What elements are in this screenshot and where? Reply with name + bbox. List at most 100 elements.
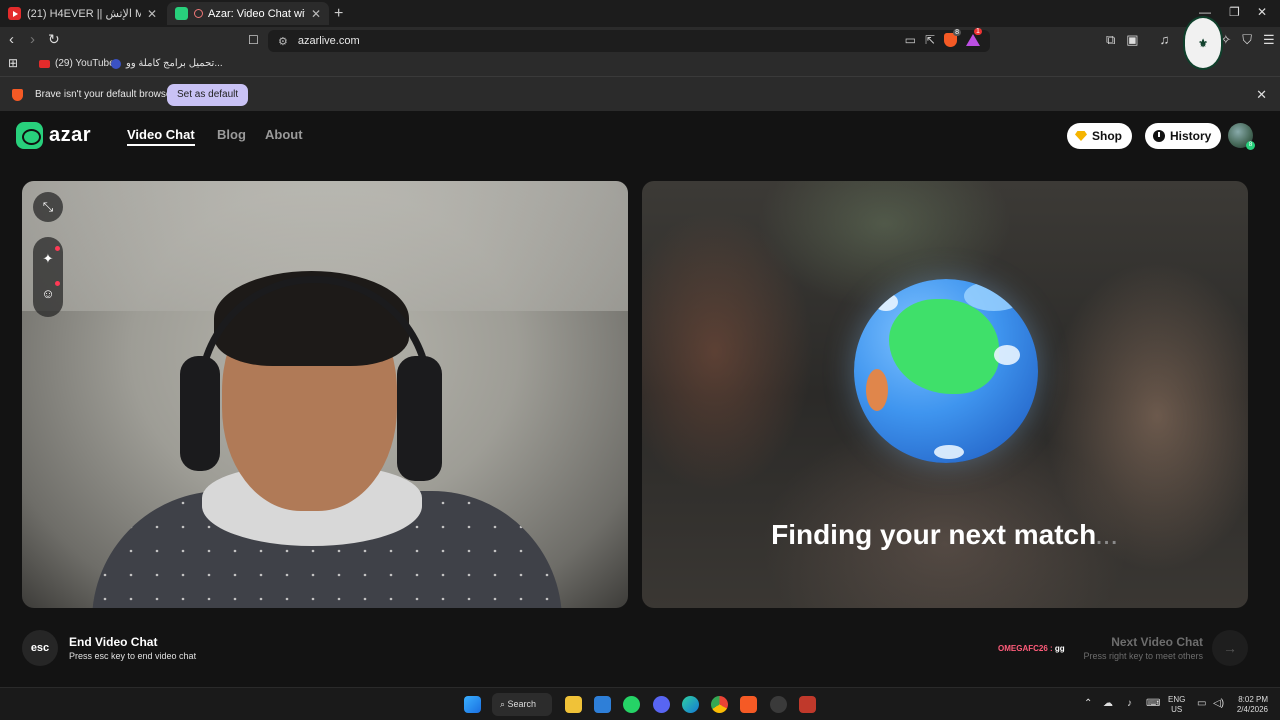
brand-name: azar xyxy=(49,124,92,146)
menu-icon[interactable]: ☰ xyxy=(1263,32,1275,48)
tab-strip: (21) H4EVER || الإتش MARSAM مرسم ✕ Azar:… xyxy=(0,0,1280,27)
sidebar-icon[interactable]: ▣ xyxy=(1126,32,1138,48)
local-video: ⤡ ✦ ☺ xyxy=(22,181,628,608)
site-icon xyxy=(111,58,121,69)
cast-icon[interactable]: ▭ xyxy=(905,33,916,47)
video-app-icon[interactable] xyxy=(799,696,816,713)
language-indicator[interactable]: ENG US xyxy=(1168,695,1185,715)
default-browser-infobar: Brave isn't your default browser Set as … xyxy=(0,76,1280,111)
bookmark-programs[interactable]: تحميل برامج كاملة وو... xyxy=(111,58,223,69)
tab-close-icon[interactable]: ✕ xyxy=(311,7,321,21)
globe-land xyxy=(889,299,999,394)
headphone-right xyxy=(397,356,442,481)
profile-crest-icon: ⚜ xyxy=(1198,37,1208,50)
globe-cloud xyxy=(874,293,898,311)
bookmark-youtube[interactable]: (29) YouTube xyxy=(39,58,115,69)
reload-icon[interactable]: ↻ xyxy=(48,31,60,48)
next-chat-hint: Press right key to meet others xyxy=(1083,651,1203,661)
cloud-icon[interactable]: ☁ xyxy=(1103,698,1113,709)
brave-rewards-icon[interactable]: 1 xyxy=(966,28,982,46)
youtube-icon xyxy=(39,59,50,68)
chat-text: gg xyxy=(1054,644,1065,653)
chat-username: OMEGAFC26 xyxy=(998,644,1048,653)
next-chat-button[interactable]: → xyxy=(1212,630,1248,666)
microphone-icon[interactable]: ♪ xyxy=(1127,698,1132,709)
recording-icon xyxy=(194,9,203,18)
profile-avatar[interactable]: ⚜ xyxy=(1183,16,1223,70)
nav-video-chat[interactable]: Video Chat xyxy=(127,127,195,146)
globe-icon xyxy=(854,279,1038,463)
notification-dot xyxy=(55,246,60,251)
media-icon[interactable]: ♫ xyxy=(1160,32,1170,48)
effects-panel: ✦ ☺ xyxy=(33,237,63,317)
globe-cloud xyxy=(994,345,1020,365)
youtube-icon xyxy=(8,7,21,20)
chrome-icon[interactable] xyxy=(711,696,728,713)
finding-match-text: Finding your next match... xyxy=(771,519,1119,550)
tab-close-icon[interactable]: ✕ xyxy=(147,7,157,21)
whatsapp-icon[interactable] xyxy=(623,696,640,713)
apps-grid-icon[interactable]: ⊞ xyxy=(8,56,18,70)
start-icon[interactable] xyxy=(464,696,481,713)
mail-icon[interactable] xyxy=(594,696,611,713)
history-button[interactable]: History xyxy=(1145,123,1222,149)
new-tab-button[interactable]: + xyxy=(334,5,343,23)
tab-label: Azar: Video Chat with New People xyxy=(208,7,305,20)
discord-icon[interactable] xyxy=(653,696,670,713)
nav-about[interactable]: About xyxy=(265,127,303,142)
tab-youtube[interactable]: (21) H4EVER || الإتش MARSAM مرسم ✕ xyxy=(0,2,165,25)
shop-button[interactable]: Shop xyxy=(1067,123,1132,149)
brave-icon xyxy=(12,89,23,101)
edge-icon[interactable] xyxy=(682,696,699,713)
brave-shields-icon[interactable]: 8 xyxy=(944,29,961,47)
nav-blog[interactable]: Blog xyxy=(217,127,246,142)
extensions-icon[interactable]: ⧉ xyxy=(1106,32,1115,48)
infobar-close-icon[interactable]: ✕ xyxy=(1256,87,1267,103)
gem-icon xyxy=(1075,131,1087,141)
taskbar-search[interactable]: ⌕ Search xyxy=(492,693,552,716)
clock-icon xyxy=(1153,130,1165,142)
tab-label: (21) H4EVER || الإتش MARSAM مرسم xyxy=(27,8,141,20)
clock[interactable]: 8:02 PM 2/4/2026 xyxy=(1228,695,1268,715)
brave-icon[interactable] xyxy=(740,696,757,713)
share-icon[interactable]: ⇱ xyxy=(925,33,935,47)
minimize-video-button[interactable]: ⤡ xyxy=(33,192,63,222)
windows-taskbar: ⌕ Search ⌃ ☁ ♪ ⌨ ENG US ▭ ◁) 8:02 PM 2/4… xyxy=(0,687,1280,720)
maximize-button[interactable]: ❐ xyxy=(1229,5,1240,19)
match-video: Finding your next match... xyxy=(642,181,1248,608)
azar-logo-icon xyxy=(16,122,43,149)
obs-icon[interactable] xyxy=(770,696,787,713)
bookmark-icon[interactable]: ☐ xyxy=(248,33,259,47)
forward-icon[interactable]: › xyxy=(30,31,35,48)
window-close-button[interactable]: ✕ xyxy=(1257,5,1267,19)
azar-logo[interactable]: azar xyxy=(16,122,91,149)
site-settings-icon[interactable]: ⚙ xyxy=(278,35,288,48)
vpn-icon[interactable]: ⛉ xyxy=(1242,32,1252,48)
end-chat-button[interactable]: esc xyxy=(22,630,58,666)
set-as-default-button[interactable]: Set as default xyxy=(167,84,249,106)
address-bar[interactable]: ⚙ azarlive.com ▭ ⇱ 8 1 xyxy=(268,28,990,52)
file-explorer-icon[interactable] xyxy=(565,696,582,713)
url-actions: ▭ ⇱ 8 1 xyxy=(905,28,982,47)
bookmarks-bar: ⊞ (29) YouTube تحميل برامج كاملة وو... xyxy=(0,54,1280,76)
end-chat-hint: Press esc key to end video chat xyxy=(69,651,197,661)
keyboard-icon[interactable]: ⌨ xyxy=(1146,698,1160,709)
tray-chevron-icon[interactable]: ⌃ xyxy=(1084,698,1092,709)
chat-message: OMEGAFC26 : gg xyxy=(998,644,1065,653)
user-avatar[interactable]: 8 xyxy=(1228,123,1255,150)
browser-toolbar: ‹ › ↻ ☐ ⚙ azarlive.com ▭ ⇱ 8 1 ⧉ ▣ ♫ ✧ ⛉… xyxy=(0,27,1280,54)
globe-ice xyxy=(964,281,1024,311)
network-icon[interactable]: ▭ xyxy=(1197,698,1206,709)
headphone-left xyxy=(180,356,220,471)
end-chat-title: End Video Chat xyxy=(69,635,158,649)
infobar-message: Brave isn't your default browser xyxy=(35,89,175,100)
face-sticker-icon[interactable]: ☺ xyxy=(41,287,55,301)
tab-azar[interactable]: Azar: Video Chat with New People ✕ xyxy=(167,2,329,25)
globe-cloud xyxy=(934,445,964,459)
magic-wand-icon[interactable]: ✦ xyxy=(41,252,55,266)
next-chat-title: Next Video Chat xyxy=(1111,635,1203,649)
azar-page: azar Video Chat Blog About Shop History … xyxy=(0,111,1280,687)
back-icon[interactable]: ‹ xyxy=(9,31,14,48)
loading-dots: ... xyxy=(1096,527,1119,549)
volume-icon[interactable]: ◁) xyxy=(1213,698,1224,709)
